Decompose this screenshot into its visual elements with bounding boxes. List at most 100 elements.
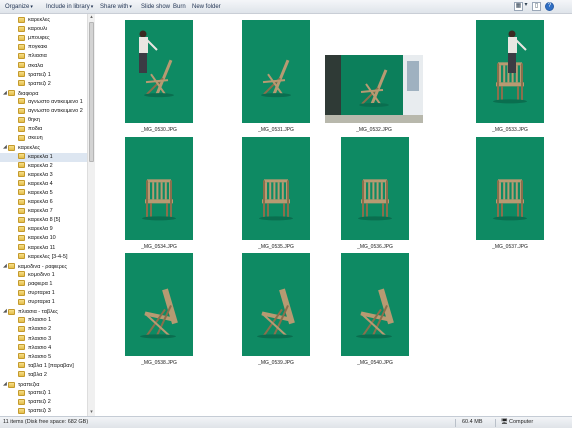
change-view-icon[interactable]: ▦ [514, 2, 523, 11]
tree-item[interactable]: τραπεζι 2 [0, 398, 87, 407]
folder-icon [18, 344, 25, 351]
file-thumbnail[interactable]: _MG_0535.JPG [242, 137, 310, 250]
file-thumbnail[interactable]: _MG_0538.JPG [125, 253, 193, 366]
file-thumbnail[interactable]: _MG_0530.JPG [125, 20, 193, 133]
preview-pane-icon[interactable]: ▯ [532, 2, 541, 11]
tree-item[interactable]: σκαλα [0, 62, 87, 71]
tree-item[interactable]: καρεκλα 4 [0, 180, 87, 189]
tree-item[interactable]: τραπεζι 1 [0, 389, 87, 398]
folder-icon [18, 316, 25, 323]
file-list: _MG_0530.JPG _MG_0531.JPG _MG_0532.JPG _MG_… [95, 14, 572, 416]
tree-item[interactable]: καρεκλα 8 [5] [0, 216, 87, 225]
tree-item[interactable]: καρεκλες [0, 16, 87, 25]
tree-item[interactable]: καρεκλα 1 [0, 152, 87, 162]
folder-icon [8, 144, 15, 151]
scroll-up-arrow-icon[interactable]: ▴ [88, 14, 95, 21]
tree-item[interactable]: πλαισιο 5 [0, 353, 87, 362]
tree-item[interactable]: μπουφες [0, 34, 87, 43]
tree-item[interactable]: ◢ τραπεζια [0, 380, 87, 389]
tree-item[interactable]: πογκακι [0, 43, 87, 52]
tree-item[interactable]: ραφιερα 1 [0, 280, 87, 289]
organize-label: Organize [5, 4, 30, 10]
tree-item[interactable]: καρεκλα 2 [0, 162, 87, 171]
tree-item[interactable]: καρεκλα 3 [0, 171, 87, 180]
tree-item[interactable]: συρταρια 1 [0, 298, 87, 307]
file-name-label: _MG_0530.JPG [141, 127, 177, 133]
file-thumbnail[interactable]: _MG_0540.JPG [341, 253, 409, 366]
tree-item[interactable]: συρταρια 1 [0, 289, 87, 298]
tree-item[interactable]: τραπεζι 3 [0, 407, 87, 416]
tree-item-label: πογκακι [28, 44, 48, 51]
tree-item[interactable]: ◢ διαφορα [0, 89, 87, 98]
tree-item[interactable]: κομοδινο 1 [0, 271, 87, 280]
include-in-library-button[interactable]: Include in library▾ [46, 3, 93, 12]
organize-menu-button[interactable]: Organize▾ [5, 3, 33, 12]
tree-item[interactable]: αγνωστο αντικειμενο 2 [0, 107, 87, 116]
tree-item[interactable]: τραπεζι 2 [0, 80, 87, 89]
tree-item[interactable]: ταβλα 2 [0, 371, 87, 380]
burn-button[interactable]: Burn [173, 3, 186, 12]
folder-icon [18, 25, 25, 32]
tree-item[interactable]: πλαισιο 3 [0, 335, 87, 344]
folder-icon [18, 289, 25, 296]
tree-item[interactable]: αγνωστο αντικειμενο 1 [0, 98, 87, 107]
tree-item[interactable]: ταβλα 1 [παραβαν] [0, 362, 87, 371]
tree-item-label: τραπεζι 1 [28, 71, 51, 78]
folder-icon [18, 180, 25, 187]
file-thumbnail[interactable]: _MG_0532.JPG [325, 55, 423, 133]
folder-icon [18, 407, 25, 414]
file-thumbnail[interactable]: _MG_0534.JPG [125, 137, 193, 250]
tree-item[interactable]: καρεκλα 11 [0, 244, 87, 253]
navigation-scrollbar[interactable]: ▴ ▾ [87, 14, 95, 416]
file-name-label: _MG_0539.JPG [258, 360, 294, 366]
tree-item[interactable]: πλιασια [0, 52, 87, 61]
chevron-down-icon: ▾ [129, 4, 132, 10]
tree-item-label: πλαισιο 5 [28, 353, 52, 360]
tree-item[interactable]: ποδια [0, 125, 87, 134]
file-thumbnail[interactable]: _MG_0533.JPG [476, 20, 544, 133]
folder-icon [18, 134, 25, 141]
tree-item-label: συρταρια 1 [28, 290, 55, 296]
tree-item-label: καρεκλες [28, 17, 51, 23]
folder-icon [18, 198, 25, 205]
tree-item-label: τραπεζι 1 [28, 390, 51, 397]
tree-item[interactable]: ◢ καμοδινα - ραφιερες [0, 262, 87, 271]
folder-icon [18, 389, 25, 396]
new-folder-button[interactable]: New folder [192, 3, 221, 12]
tree-item[interactable]: καρεκλες [3-4-5] [0, 253, 87, 262]
file-name-label: _MG_0537.JPG [492, 244, 528, 250]
folder-icon [18, 98, 25, 105]
tree-item[interactable]: πλαισιο 2 [0, 325, 87, 334]
tree-item[interactable]: πλαισιο 1 [0, 316, 87, 325]
scroll-down-arrow-icon[interactable]: ▾ [88, 409, 95, 416]
folder-icon [18, 62, 25, 69]
file-thumbnail[interactable]: _MG_0537.JPG [476, 137, 544, 250]
tree-item[interactable]: σκευη [0, 134, 87, 143]
slide-show-button[interactable]: Slide show [141, 3, 170, 12]
tree-item-label: θηκη [28, 117, 40, 124]
chevron-down-icon[interactable]: ▾ [523, 2, 529, 11]
help-icon[interactable]: ? [545, 2, 554, 11]
tree-item[interactable]: τραπεζι 1 [0, 71, 87, 80]
tree-item-label: κομοδινο 1 [28, 271, 55, 278]
folder-icon [18, 16, 25, 23]
tree-item[interactable]: καρεκλα 5 [0, 189, 87, 198]
tree-item[interactable]: πλαισιο 4 [0, 344, 87, 353]
tree-item[interactable]: καρεκλα 9 [0, 225, 87, 234]
folder-icon [18, 335, 25, 342]
file-thumbnail[interactable]: _MG_0531.JPG [242, 20, 310, 133]
view-controls: ▦ ▾ ▯ ? [514, 2, 570, 12]
tree-item[interactable]: καρουλι [0, 25, 87, 34]
tree-item[interactable]: καρεκλα 7 [0, 207, 87, 216]
tree-item-label: πλιασια - ταβλες [18, 309, 58, 316]
tree-item[interactable]: θηκη [0, 116, 87, 125]
scrollbar-thumb[interactable] [89, 22, 94, 162]
tree-item[interactable]: ◢ καρεκλες [0, 143, 87, 152]
tree-item[interactable]: καρεκλα 10 [0, 234, 87, 243]
share-with-button[interactable]: Share with▾ [100, 3, 132, 12]
file-thumbnail[interactable]: _MG_0536.JPG [341, 137, 409, 250]
tree-item-label: καρεκλα 2 [28, 162, 53, 169]
tree-item[interactable]: ◢ πλιασια - ταβλες [0, 307, 87, 316]
tree-item[interactable]: καρεκλα 6 [0, 198, 87, 207]
file-thumbnail[interactable]: _MG_0539.JPG [242, 253, 310, 366]
